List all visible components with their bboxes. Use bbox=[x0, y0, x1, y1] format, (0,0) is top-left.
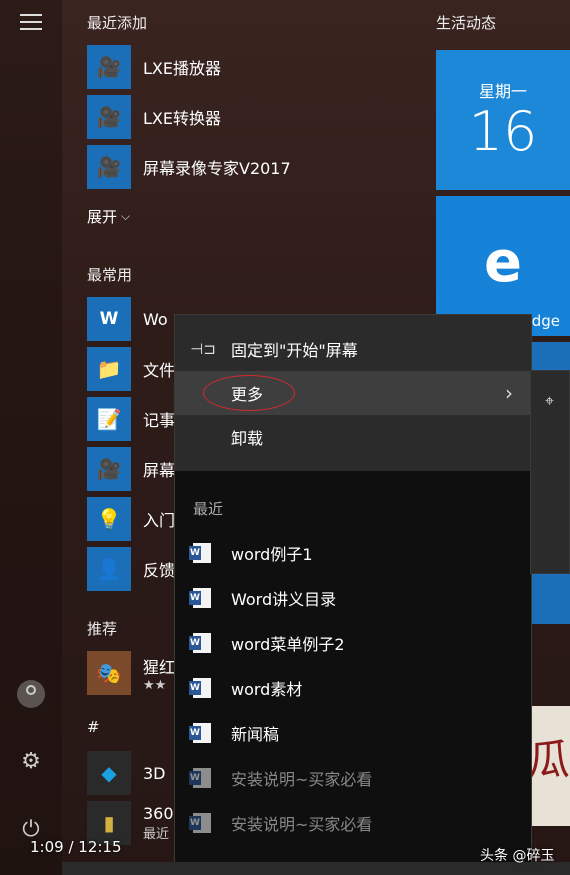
app-label: LXE转换器 bbox=[143, 109, 221, 128]
word-doc-icon bbox=[189, 723, 211, 743]
3d-icon: ◆ bbox=[87, 751, 131, 795]
recent-item[interactable]: 新闻稿 bbox=[175, 711, 531, 755]
app-label: 3D bbox=[143, 763, 166, 783]
calendar-weekday: 星期一 bbox=[478, 82, 527, 101]
chevron-down-icon: ⌵ bbox=[121, 208, 131, 223]
recommended-title: 推荐 bbox=[87, 620, 118, 638]
app-label: LXE播放器 bbox=[143, 59, 221, 78]
recent-item-label: word例子1 bbox=[231, 545, 313, 564]
recent-item[interactable]: Word讲义目录 bbox=[175, 576, 531, 620]
user-avatar-icon[interactable] bbox=[17, 680, 45, 708]
feedback-icon: 👤 bbox=[87, 547, 131, 591]
app-label: 反馈 bbox=[143, 561, 176, 580]
expand-button[interactable]: 展开 ⌵ bbox=[87, 196, 130, 236]
word-doc-icon bbox=[189, 813, 211, 833]
word-doc-icon bbox=[189, 588, 211, 608]
watermark: 头条 @碎玉 bbox=[480, 848, 555, 864]
pin-icon: ⊣⊐ bbox=[190, 340, 216, 358]
app-label: 记事 bbox=[143, 411, 176, 430]
gear-icon[interactable]: ⚙ bbox=[17, 748, 45, 776]
app-get-started[interactable]: 💡 入门 bbox=[87, 496, 175, 542]
camera-icon: 🎥 bbox=[87, 447, 131, 491]
hash-section-title: # bbox=[87, 718, 100, 736]
camera-icon: 🎥 bbox=[87, 45, 131, 89]
expand-label: 展开 bbox=[87, 207, 118, 226]
chevron-right-icon: › bbox=[505, 381, 513, 405]
more-label: 更多 bbox=[231, 385, 264, 404]
app-label: 猩红 bbox=[143, 657, 176, 677]
recent-item-label: 安装说明~买家必看 bbox=[231, 770, 373, 789]
camera-icon: 🎥 bbox=[87, 145, 131, 189]
notepad-icon: 📝 bbox=[87, 397, 131, 441]
most-used-title: 最常用 bbox=[87, 266, 133, 284]
recent-item-label: word素材 bbox=[231, 680, 303, 699]
app-recommended[interactable]: 🎭 猩红 ★★ bbox=[87, 650, 175, 696]
more-submenu: ⌖ bbox=[530, 370, 570, 574]
recent-item[interactable]: word菜单例子2 bbox=[175, 621, 531, 665]
app-label: 屏幕录像专家V2017 bbox=[143, 159, 291, 178]
app-3d[interactable]: ◆ 3D bbox=[87, 750, 166, 796]
rating-stars: ★★ bbox=[143, 677, 167, 693]
game-thumbnail-icon: 🎭 bbox=[87, 651, 131, 695]
lightbulb-icon: 💡 bbox=[87, 497, 131, 541]
more-item[interactable]: 更多 › bbox=[175, 371, 531, 415]
word-doc-icon bbox=[189, 633, 211, 653]
start-rail: ⚙ ⏻ bbox=[0, 0, 62, 875]
tiles-group-title: 生活动态 bbox=[436, 14, 497, 32]
recent-item-label: 安装说明~买家必看 bbox=[231, 815, 373, 834]
tile-characters: 瓜 bbox=[528, 735, 570, 784]
app-lxe-converter[interactable]: 🎥 LXE转换器 bbox=[87, 94, 221, 140]
unpin-icon[interactable]: ⌖ bbox=[545, 391, 554, 411]
video-timestamp: 1:09 / 12:15 bbox=[30, 838, 122, 856]
uninstall-label: 卸载 bbox=[231, 429, 264, 448]
app-screen-recorder[interactable]: 🎥 屏幕录像专家V2017 bbox=[87, 144, 291, 190]
context-menu: ⊣⊐ 固定到"开始"屏幕 更多 › 卸载 最近 word例子1 Word讲义目录… bbox=[174, 314, 532, 875]
recent-item-label: 新闻稿 bbox=[231, 725, 280, 744]
word-icon: W bbox=[87, 297, 131, 341]
recent-item[interactable]: word素材 bbox=[175, 666, 531, 710]
recent-title: 最近 bbox=[193, 500, 224, 518]
pin-to-start-item[interactable]: ⊣⊐ 固定到"开始"屏幕 bbox=[175, 327, 531, 371]
camera-icon: 🎥 bbox=[87, 95, 131, 139]
app-label: 360 bbox=[143, 804, 174, 823]
app-file-explorer[interactable]: 📁 文件 bbox=[87, 346, 175, 392]
app-feedback[interactable]: 👤 反馈 bbox=[87, 546, 175, 592]
recent-item[interactable]: word例子1 bbox=[175, 531, 531, 575]
app-screen[interactable]: 🎥 屏幕 bbox=[87, 446, 175, 492]
app-sublabel: 最近 bbox=[143, 827, 170, 842]
recent-item[interactable]: 安装说明~买家必看 bbox=[175, 801, 531, 845]
edge-icon: e bbox=[484, 230, 522, 295]
app-notepad[interactable]: 📝 记事 bbox=[87, 396, 175, 442]
word-doc-icon bbox=[189, 543, 211, 563]
app-label: 入门 bbox=[143, 511, 176, 530]
recent-added-title: 最近添加 bbox=[87, 14, 148, 32]
word-doc-icon bbox=[189, 678, 211, 698]
recent-item[interactable]: 安装说明~买家必看 bbox=[175, 756, 531, 800]
word-doc-icon bbox=[189, 768, 211, 788]
recent-item-label: word菜单例子2 bbox=[231, 635, 345, 654]
folder-icon: 📁 bbox=[87, 347, 131, 391]
app-label: Wo bbox=[143, 309, 168, 329]
app-lxe-player[interactable]: 🎥 LXE播放器 bbox=[87, 44, 221, 90]
hamburger-menu-icon[interactable] bbox=[20, 14, 42, 30]
calendar-tile[interactable]: 星期一 16 bbox=[436, 50, 570, 190]
uninstall-item[interactable]: 卸载 bbox=[175, 415, 531, 459]
app-word[interactable]: W Wo bbox=[87, 296, 168, 342]
calendar-date: 16 bbox=[468, 100, 538, 163]
app-label: 文件 bbox=[143, 361, 176, 380]
pin-label: 固定到"开始"屏幕 bbox=[231, 341, 358, 360]
app-label: 屏幕 bbox=[143, 461, 176, 480]
recent-item-label: Word讲义目录 bbox=[231, 590, 337, 609]
edge-label: dge bbox=[531, 312, 560, 330]
